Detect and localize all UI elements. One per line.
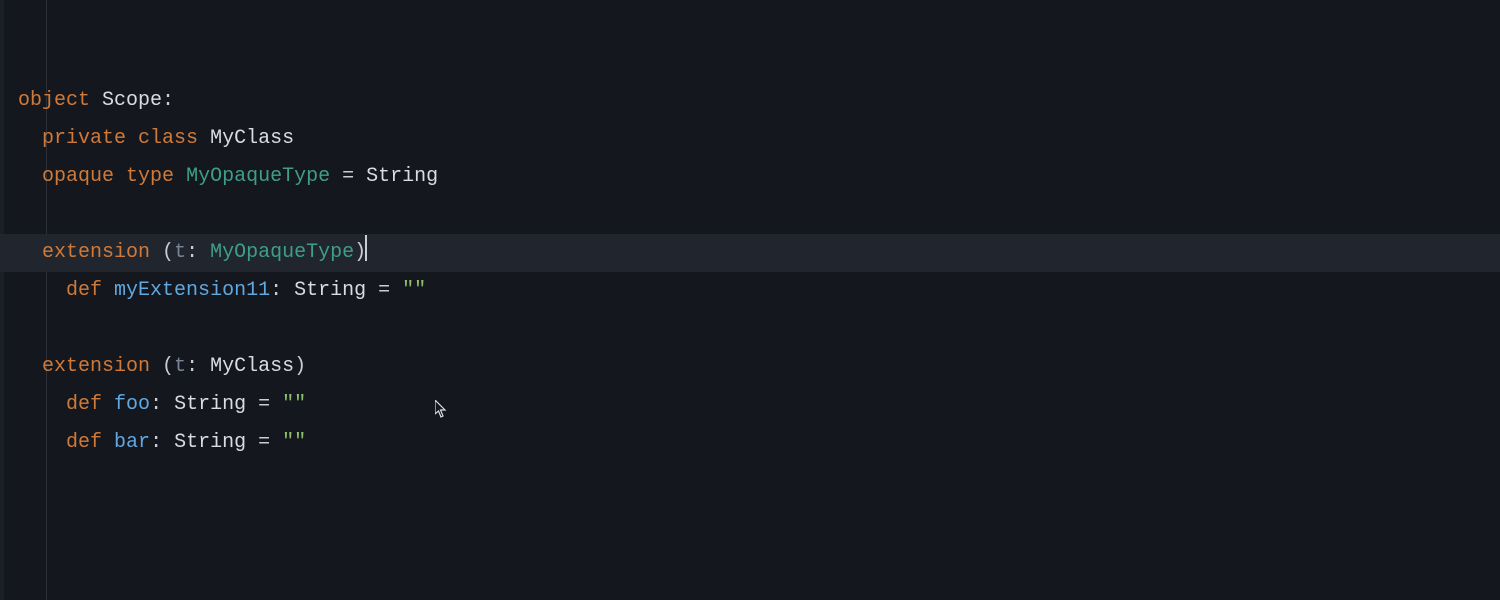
code-line[interactable]: def foo: String = "" — [0, 386, 1500, 424]
token-kw: extension — [42, 355, 150, 378]
token-method: bar — [114, 431, 150, 454]
indent — [18, 393, 66, 416]
token-op: = — [366, 279, 402, 302]
indent — [18, 165, 42, 188]
indent — [18, 355, 42, 378]
token-punct — [198, 127, 210, 150]
token-id-type: MyClass — [210, 355, 294, 378]
gutter — [0, 0, 4, 600]
token-punct: ( — [150, 355, 174, 378]
token-punct: ( — [150, 241, 174, 264]
token-punct — [114, 165, 126, 188]
token-kw: def — [66, 431, 102, 454]
token-punct — [102, 279, 114, 302]
token-punct — [102, 431, 114, 454]
token-kw: def — [66, 393, 102, 416]
token-id-type: String — [294, 279, 366, 302]
token-id-type: Scope — [102, 89, 162, 112]
token-kw: extension — [42, 241, 150, 264]
code-editor[interactable]: object Scope: private class MyClass opaq… — [0, 0, 1500, 600]
token-kw: opaque — [42, 165, 114, 188]
token-punct: : — [150, 393, 174, 416]
token-string: "" — [282, 393, 306, 416]
indent — [18, 241, 42, 264]
token-param-name: t — [174, 355, 186, 378]
token-kw: object — [18, 89, 90, 112]
token-punct: : — [162, 89, 174, 112]
code-line[interactable]: extension (t: MyOpaqueType) — [0, 234, 1500, 272]
code-line[interactable]: extension (t: MyClass) — [0, 348, 1500, 386]
token-id-type: String — [366, 165, 438, 188]
code-line[interactable] — [0, 196, 1500, 234]
token-punct: : — [186, 241, 210, 264]
code-line[interactable]: private class MyClass — [0, 120, 1500, 158]
indent — [18, 279, 66, 302]
text-cursor — [365, 235, 367, 261]
token-param-name: t — [174, 241, 186, 264]
code-line[interactable]: def bar: String = "" — [0, 424, 1500, 462]
token-id-type: MyClass — [210, 127, 294, 150]
code-line[interactable]: opaque type MyOpaqueType = String — [0, 158, 1500, 196]
token-kw: class — [138, 127, 198, 150]
token-op: = — [330, 165, 366, 188]
token-method: foo — [114, 393, 150, 416]
token-op: = — [246, 431, 282, 454]
token-punct: : — [186, 355, 210, 378]
token-id-type: String — [174, 393, 246, 416]
token-string: "" — [282, 431, 306, 454]
token-string: "" — [402, 279, 426, 302]
token-punct — [102, 393, 114, 416]
indent — [18, 431, 66, 454]
token-punct — [90, 89, 102, 112]
token-opaque-type: MyOpaqueType — [210, 241, 354, 264]
token-punct: ) — [294, 355, 306, 378]
indent — [18, 127, 42, 150]
code-line[interactable]: object Scope: — [0, 82, 1500, 120]
token-method: myExtension11 — [114, 279, 270, 302]
code-line[interactable]: def myExtension11: String = "" — [0, 272, 1500, 310]
code-line[interactable] — [0, 462, 1500, 500]
token-punct — [126, 127, 138, 150]
token-kw: def — [66, 279, 102, 302]
token-opaque-type: MyOpaqueType — [186, 165, 330, 188]
token-punct: : — [270, 279, 294, 302]
token-op: = — [246, 393, 282, 416]
token-kw: private — [42, 127, 126, 150]
token-punct: : — [150, 431, 174, 454]
token-id-type: String — [174, 431, 246, 454]
token-punct — [174, 165, 186, 188]
code-line[interactable] — [0, 310, 1500, 348]
token-kw: type — [126, 165, 174, 188]
